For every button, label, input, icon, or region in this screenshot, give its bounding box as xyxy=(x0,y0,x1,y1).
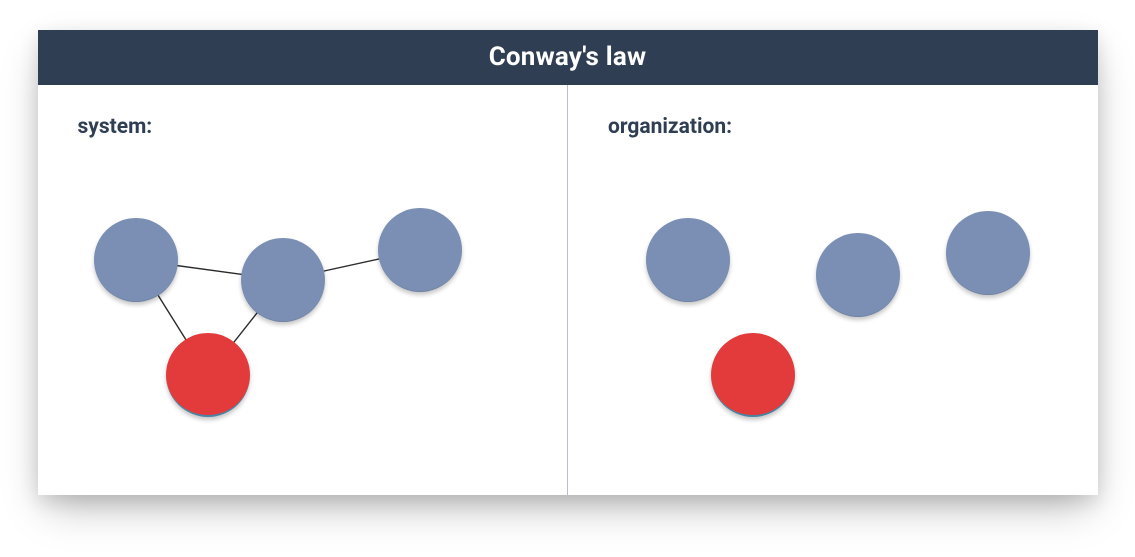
graph-node xyxy=(646,218,730,302)
graph-node xyxy=(378,208,462,292)
graph-node xyxy=(241,238,325,322)
system-nodes xyxy=(38,85,568,495)
organization-panel: organization: xyxy=(568,85,1098,495)
organization-nodes xyxy=(568,85,1098,495)
graph-node xyxy=(816,233,900,317)
graph-node xyxy=(711,333,795,417)
diagram-title: Conway's law xyxy=(38,30,1098,85)
system-panel: system: xyxy=(38,85,568,495)
diagram-card: Conway's law system: organization: xyxy=(38,30,1098,495)
graph-node xyxy=(166,333,250,417)
graph-node xyxy=(94,218,178,302)
graph-node xyxy=(946,211,1030,295)
diagram-body: system: organization: xyxy=(38,85,1098,495)
